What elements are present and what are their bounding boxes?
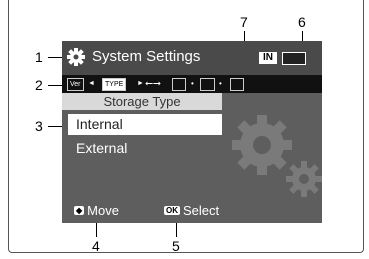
tab-storage-type[interactable]: TYPE	[102, 78, 127, 91]
page-title: System Settings	[92, 48, 201, 65]
tab-version[interactable]: Ver	[67, 78, 84, 91]
callout-7: 7	[240, 14, 248, 30]
background-gear-icon	[232, 115, 322, 197]
memory-card-icon[interactable]	[172, 78, 186, 91]
ok-button-icon: OK	[164, 206, 180, 215]
menu-item-external[interactable]: External	[68, 138, 222, 159]
left-arrow-icon[interactable]: ◄	[88, 78, 95, 89]
tab-separator-dot: •	[219, 79, 222, 88]
callout-3: 3	[35, 118, 43, 134]
right-arrow-icon[interactable]: ►	[137, 78, 144, 89]
title-bar: System Settings IN	[62, 41, 322, 75]
dpad-icon: ◆	[74, 206, 85, 215]
menu-tab-bar: Ver ◄ TYPE ► ⭠⭢ • •	[62, 75, 322, 93]
internal-storage-indicator: IN	[259, 52, 277, 64]
settings-gear-icon	[67, 48, 85, 66]
callout-5: 5	[172, 238, 180, 254]
tab-separator-dot: •	[191, 79, 194, 88]
leader-line-1	[48, 57, 62, 58]
submenu-header: Storage Type	[62, 93, 222, 110]
leader-line-2	[48, 85, 62, 86]
move-hint: ◆ Move	[74, 203, 119, 218]
callout-2: 2	[35, 77, 43, 93]
camera-lcd-screen: System Settings IN Ver ◄ TYPE ► ⭠⭢ • • S…	[62, 41, 322, 223]
format-icon[interactable]	[230, 78, 244, 91]
menu-item-internal[interactable]: Internal	[68, 114, 222, 135]
battery-icon	[282, 52, 306, 65]
move-label: Move	[87, 203, 119, 218]
callout-1: 1	[35, 49, 43, 65]
usb-icon[interactable]: ⭠⭢	[145, 78, 161, 89]
shutter-icon[interactable]	[200, 78, 215, 91]
callout-4: 4	[92, 238, 100, 254]
select-label: Select	[183, 203, 220, 218]
callout-6: 6	[298, 14, 306, 30]
select-hint: OK Select	[164, 203, 219, 218]
